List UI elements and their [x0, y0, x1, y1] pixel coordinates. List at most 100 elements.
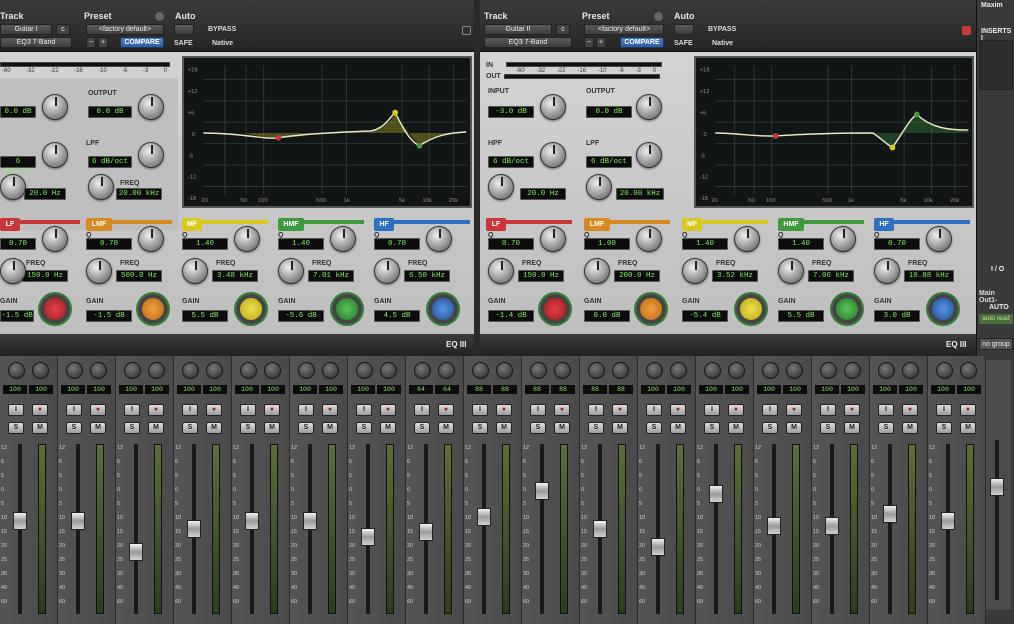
hmf-gain-knob[interactable]: [832, 294, 862, 324]
mute-button[interactable]: M: [264, 422, 280, 434]
hf-q-knob[interactable]: [926, 226, 952, 252]
mute-button[interactable]: M: [960, 422, 976, 434]
volume-fader[interactable]: [361, 528, 375, 546]
hf-freq-knob[interactable]: [874, 258, 900, 284]
mute-button[interactable]: M: [786, 422, 802, 434]
input-monitor-button[interactable]: I: [530, 404, 546, 416]
preset-selector[interactable]: <factory default>: [584, 24, 664, 35]
lf-tag[interactable]: LF: [0, 218, 20, 231]
output-selector[interactable]: Main Out1-: [979, 290, 1014, 304]
solo-button[interactable]: S: [646, 422, 662, 434]
group-selector[interactable]: no group: [979, 338, 1013, 350]
lf-gain-display[interactable]: -1.4 dB: [488, 310, 534, 322]
record-arm-button[interactable]: ●: [380, 404, 396, 416]
lmf-gain-knob[interactable]: [138, 294, 168, 324]
record-arm-button[interactable]: ●: [496, 404, 512, 416]
pan-right-knob[interactable]: [32, 362, 49, 379]
hmf-tag[interactable]: HMF: [278, 218, 304, 231]
pan-right-value[interactable]: 100: [29, 385, 53, 394]
lpf-freq-knob[interactable]: [88, 174, 114, 200]
pan-right-value[interactable]: 100: [899, 385, 923, 394]
pan-left-value[interactable]: 100: [757, 385, 781, 394]
mf-q-display[interactable]: 1.40: [182, 238, 228, 250]
pan-right-knob[interactable]: [90, 362, 107, 379]
insert-slots[interactable]: [979, 40, 1013, 90]
mute-button[interactable]: M: [844, 422, 860, 434]
input-monitor-button[interactable]: I: [878, 404, 894, 416]
hf-q-display[interactable]: 0.70: [874, 238, 920, 250]
volume-fader[interactable]: [129, 543, 143, 561]
lpf-q-knob[interactable]: [636, 142, 662, 168]
mf-gain-knob[interactable]: [736, 294, 766, 324]
compare-button[interactable]: COMPARE: [120, 37, 164, 48]
lf-gain-display[interactable]: -1.5 dB: [0, 310, 34, 322]
pan-right-value[interactable]: 100: [725, 385, 749, 394]
input-monitor-button[interactable]: I: [936, 404, 952, 416]
preset-prev-button[interactable]: −: [584, 37, 594, 48]
pan-right-knob[interactable]: [496, 362, 513, 379]
lf-gain-knob[interactable]: [40, 294, 70, 324]
hmf-q-knob[interactable]: [830, 226, 856, 252]
volume-fader[interactable]: [303, 512, 317, 530]
lpf-freq-display[interactable]: 20.00 kHz: [116, 188, 162, 200]
hmf-node[interactable]: [416, 142, 423, 149]
record-arm-button[interactable]: ●: [960, 404, 976, 416]
bypass-button[interactable]: BYPASS: [708, 26, 736, 33]
hmf-node[interactable]: [913, 111, 920, 118]
input-monitor-button[interactable]: I: [820, 404, 836, 416]
solo-button[interactable]: S: [762, 422, 778, 434]
pan-left-value[interactable]: 88: [467, 385, 491, 394]
record-arm-button[interactable]: ●: [148, 404, 164, 416]
lf-gain-knob[interactable]: [540, 294, 570, 324]
pan-right-value[interactable]: 100: [841, 385, 865, 394]
pan-right-knob[interactable]: [554, 362, 571, 379]
input-gain-knob[interactable]: [42, 94, 68, 120]
input-monitor-button[interactable]: I: [472, 404, 488, 416]
pan-right-value[interactable]: 64: [435, 385, 459, 394]
solo-button[interactable]: S: [820, 422, 836, 434]
mf-freq-knob[interactable]: [682, 258, 708, 284]
mf-freq-display[interactable]: 3.48 kHz: [212, 270, 258, 282]
mf-node[interactable]: [889, 144, 896, 151]
lpf-q-knob[interactable]: [138, 142, 164, 168]
pan-right-knob[interactable]: [960, 362, 977, 379]
pan-right-knob[interactable]: [438, 362, 455, 379]
pan-left-value[interactable]: 100: [641, 385, 665, 394]
input-gain-display[interactable]: -3.0 dB: [488, 106, 534, 118]
insert-selector[interactable]: EQ3 7-Band: [484, 37, 572, 48]
hmf-q-knob[interactable]: [330, 226, 356, 252]
input-monitor-button[interactable]: I: [646, 404, 662, 416]
pan-left-knob[interactable]: [182, 362, 199, 379]
lpf-slope-display[interactable]: 6 dB/oct: [88, 156, 132, 168]
settings-icon[interactable]: [462, 26, 471, 35]
volume-fader[interactable]: [535, 482, 549, 500]
pan-left-knob[interactable]: [66, 362, 83, 379]
pan-left-value[interactable]: 100: [119, 385, 143, 394]
mute-button[interactable]: M: [612, 422, 628, 434]
mute-button[interactable]: M: [496, 422, 512, 434]
input-monitor-button[interactable]: I: [588, 404, 604, 416]
mute-button[interactable]: M: [322, 422, 338, 434]
solo-button[interactable]: S: [472, 422, 488, 434]
pan-right-knob[interactable]: [380, 362, 397, 379]
solo-button[interactable]: S: [414, 422, 430, 434]
volume-fader[interactable]: [767, 517, 781, 535]
lpf-slope-display[interactable]: 6 dB/oct: [586, 156, 632, 168]
hpf-freq-knob[interactable]: [0, 174, 26, 200]
pan-right-value[interactable]: 100: [319, 385, 343, 394]
input-monitor-button[interactable]: I: [762, 404, 778, 416]
lf-tag[interactable]: LF: [486, 218, 506, 231]
pan-left-value[interactable]: 64: [409, 385, 433, 394]
pan-left-knob[interactable]: [878, 362, 895, 379]
pan-right-knob[interactable]: [786, 362, 803, 379]
solo-button[interactable]: S: [8, 422, 24, 434]
solo-button[interactable]: S: [704, 422, 720, 434]
hmf-q-display[interactable]: 1.40: [778, 238, 824, 250]
pan-right-knob[interactable]: [264, 362, 281, 379]
lpf-freq-display[interactable]: 20.00 kHz: [616, 188, 664, 200]
input-monitor-button[interactable]: I: [356, 404, 372, 416]
mute-button[interactable]: M: [728, 422, 744, 434]
lf-node[interactable]: [275, 134, 282, 141]
mf-q-knob[interactable]: [234, 226, 260, 252]
hf-q-display[interactable]: 0.70: [374, 238, 420, 250]
